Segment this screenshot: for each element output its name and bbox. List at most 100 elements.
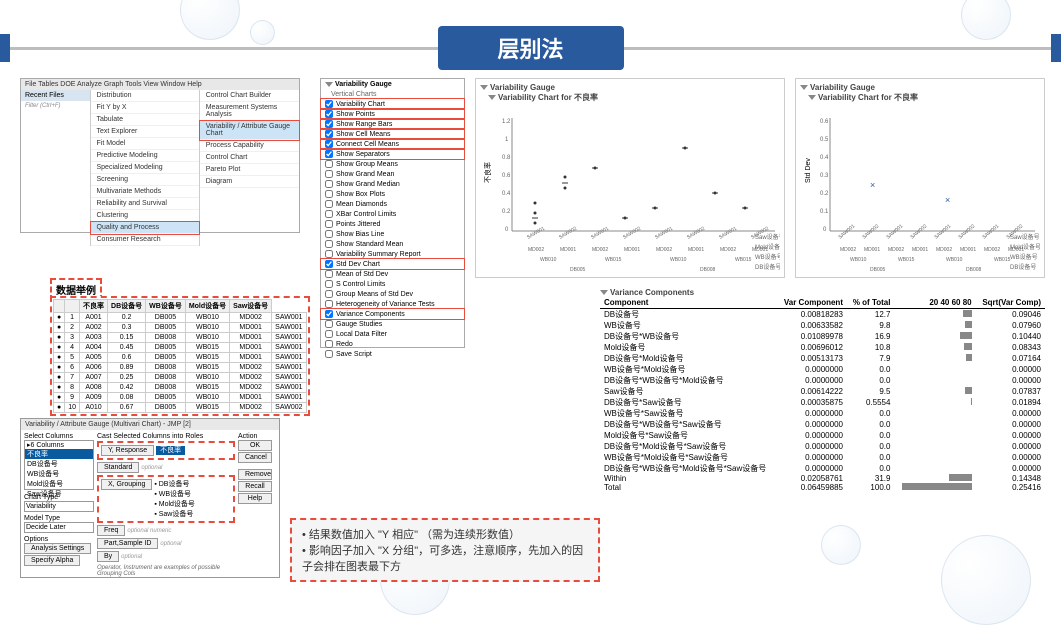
- vg-option[interactable]: Group Means of Std Dev: [321, 289, 464, 299]
- svg-text:不良率: 不良率: [483, 162, 492, 183]
- analyze-menu[interactable]: DistributionFit Y by XTabulateText Explo…: [91, 90, 200, 246]
- analyze-item[interactable]: Clustering: [91, 210, 199, 222]
- svg-text:WB015: WB015: [735, 257, 752, 263]
- svg-text:SAW002: SAW002: [622, 226, 642, 241]
- analyze-item[interactable]: Multivariate Methods: [91, 186, 199, 198]
- vg-option[interactable]: Gauge Studies: [321, 319, 464, 329]
- svg-text:Mold设备号: Mold设备号: [755, 243, 780, 251]
- vg-option[interactable]: Show Grand Mean: [321, 169, 464, 179]
- vg-option[interactable]: Mean of Std Dev: [321, 269, 464, 279]
- svg-text:MD002: MD002: [936, 247, 952, 253]
- svg-text:MD001: MD001: [864, 247, 880, 253]
- svg-text:SAW001: SAW001: [885, 223, 904, 240]
- analysis-settings-btn[interactable]: Analysis Settings: [24, 543, 91, 554]
- vg-option[interactable]: Show Bias Line: [321, 229, 464, 239]
- submenu-item[interactable]: Variability / Attribute Gauge Chart: [200, 121, 299, 140]
- recall-button[interactable]: Recall: [238, 481, 272, 492]
- submenu-item[interactable]: Process Capability: [200, 140, 299, 152]
- ok-button[interactable]: OK: [238, 440, 272, 451]
- submenu-item[interactable]: Measurement Systems Analysis: [200, 102, 299, 121]
- svg-text:MD002: MD002: [984, 247, 1000, 253]
- page-title: 层别法: [438, 26, 624, 70]
- svg-text:0.2: 0.2: [820, 191, 829, 197]
- y-response-btn[interactable]: Y, Response: [101, 445, 154, 456]
- jmp-main-window: File Tables DOE Analyze Graph Tools View…: [20, 78, 300, 233]
- svg-text:MD001: MD001: [688, 247, 704, 253]
- analyze-item[interactable]: Predictive Modeling: [91, 150, 199, 162]
- vg-option[interactable]: Points Jittered: [321, 219, 464, 229]
- svg-text:0.6: 0.6: [820, 119, 829, 125]
- vg-option[interactable]: Save Script: [321, 349, 464, 359]
- vg-option[interactable]: Std Dev Chart: [321, 259, 464, 269]
- vg-option[interactable]: Variance Components: [321, 309, 464, 319]
- submenu-item[interactable]: Control Chart Builder: [200, 90, 299, 102]
- submenu-item[interactable]: Control Chart: [200, 152, 299, 164]
- vg-option[interactable]: S Control Limits: [321, 279, 464, 289]
- svg-text:0.8: 0.8: [502, 155, 511, 161]
- svg-text:MD002: MD002: [592, 247, 608, 253]
- analyze-item[interactable]: Consumer Research: [91, 234, 199, 246]
- svg-text:WB015: WB015: [605, 257, 622, 263]
- vg-option[interactable]: Connect Cell Means: [321, 139, 464, 149]
- svg-text:SAW002: SAW002: [957, 223, 976, 240]
- vg-option[interactable]: XBar Control Limits: [321, 209, 464, 219]
- help-button[interactable]: Help: [238, 493, 272, 504]
- svg-text:0: 0: [823, 227, 827, 233]
- analyze-item[interactable]: Specialized Modeling: [91, 162, 199, 174]
- svg-text:Mold设备号: Mold设备号: [1010, 243, 1040, 251]
- svg-text:0.4: 0.4: [502, 191, 511, 197]
- vg-option[interactable]: Show Grand Median: [321, 179, 464, 189]
- svg-text:MD001: MD001: [624, 247, 640, 253]
- analyze-item[interactable]: Reliability and Survival: [91, 198, 199, 210]
- analyze-item[interactable]: Quality and Process: [91, 222, 199, 234]
- menubar[interactable]: File Tables DOE Analyze Graph Tools View…: [21, 79, 299, 90]
- analyze-item[interactable]: Distribution: [91, 90, 199, 102]
- svg-text:0.2: 0.2: [502, 209, 511, 215]
- vg-option[interactable]: Show Points: [321, 109, 464, 119]
- svg-text:1.2: 1.2: [502, 119, 511, 125]
- svg-text:WB010: WB010: [540, 257, 557, 263]
- vg-option[interactable]: Show Cell Means: [321, 129, 464, 139]
- variance-components: Variance Components ComponentVar Compone…: [600, 288, 1045, 492]
- submenu-item[interactable]: Pareto Plot: [200, 164, 299, 176]
- remove-button[interactable]: Remove: [238, 469, 272, 480]
- variability-chart-2: Variability Gauge Variability Chart for …: [795, 78, 1045, 278]
- submenu-item[interactable]: Diagram: [200, 176, 299, 188]
- data-example: 不良率DB设备号WB设备号Mold设备号Saw设备号●1A0010.2DB005…: [50, 296, 310, 416]
- svg-text:WB015: WB015: [994, 257, 1011, 263]
- svg-text:DB005: DB005: [870, 267, 886, 273]
- vg-option[interactable]: Show Group Means: [321, 159, 464, 169]
- cancel-button[interactable]: Cancel: [238, 452, 272, 463]
- analyze-item[interactable]: Tabulate: [91, 114, 199, 126]
- svg-text:SAW001: SAW001: [590, 226, 610, 241]
- vg-option[interactable]: Show Separators: [321, 149, 464, 159]
- analyze-item[interactable]: Fit Model: [91, 138, 199, 150]
- svg-text:Saw设备号: Saw设备号: [755, 233, 780, 241]
- vg-option[interactable]: Show Range Bars: [321, 119, 464, 129]
- svg-text:MD002: MD002: [720, 247, 736, 253]
- qp-submenu[interactable]: Control Chart BuilderMeasurement Systems…: [200, 90, 299, 246]
- vg-option[interactable]: Heterogeneity of Variance Tests: [321, 299, 464, 309]
- analyze-item[interactable]: Text Explorer: [91, 126, 199, 138]
- filter-label: Filter (Ctrl+F): [21, 101, 90, 111]
- svg-text:WB010: WB010: [946, 257, 963, 263]
- specify-alpha-btn[interactable]: Specify Alpha: [24, 555, 80, 566]
- vg-option[interactable]: Variability Chart: [321, 99, 464, 109]
- svg-text:0.5: 0.5: [820, 137, 829, 143]
- analyze-item[interactable]: Screening: [91, 174, 199, 186]
- vg-option[interactable]: Local Data Filter: [321, 329, 464, 339]
- x-grouping-btn[interactable]: X, Grouping: [101, 479, 152, 490]
- vg-option[interactable]: Redo: [321, 339, 464, 349]
- svg-text:0.3: 0.3: [820, 173, 829, 179]
- svg-text:MD002: MD002: [840, 247, 856, 253]
- svg-text:SAW002: SAW002: [686, 226, 706, 241]
- vg-option[interactable]: Variability Summary Report: [321, 249, 464, 259]
- analyze-item[interactable]: Fit Y by X: [91, 102, 199, 114]
- svg-text:SAW001: SAW001: [654, 226, 674, 241]
- vg-option[interactable]: Show Box Plots: [321, 189, 464, 199]
- vg-option[interactable]: Mean Diamonds: [321, 199, 464, 209]
- svg-text:DB008: DB008: [700, 267, 716, 273]
- vg-option[interactable]: Show Standard Mean: [321, 239, 464, 249]
- svg-text:1: 1: [505, 137, 509, 143]
- svg-text:DB005: DB005: [570, 267, 586, 273]
